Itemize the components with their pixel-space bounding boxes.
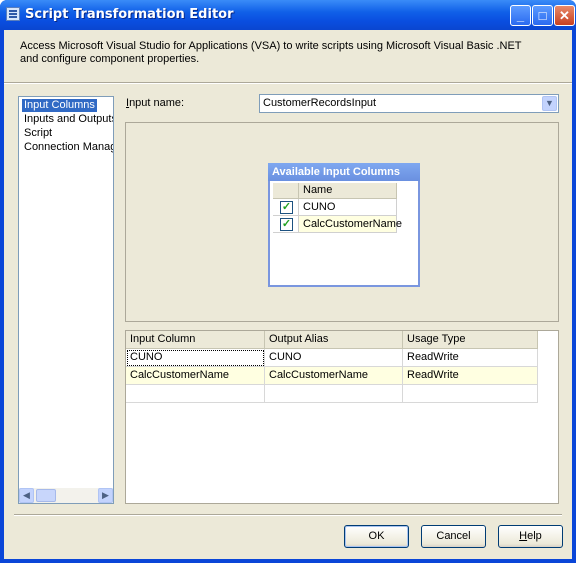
column-checkbox[interactable]: ✓: [280, 218, 293, 231]
footer-separator: [14, 514, 562, 516]
available-input-columns-title: Available Input Columns: [268, 163, 420, 181]
description-text: Access Microsoft Visual Studio for Appli…: [20, 40, 522, 65]
design-surface: Available Input Columns Name ✓ CUNO ✓ Ca…: [125, 122, 559, 322]
output-alias-cell[interactable]: [265, 385, 403, 403]
close-button[interactable]: ✕: [554, 5, 575, 26]
table-row-empty[interactable]: [126, 385, 538, 403]
ok-button[interactable]: OK: [344, 525, 409, 548]
output-alias-header[interactable]: Output Alias: [265, 331, 403, 349]
input-columns-grid[interactable]: Input Column Output Alias Usage Type CUN…: [125, 330, 559, 504]
grid-header-row: Input Column Output Alias Usage Type: [126, 331, 538, 349]
column-name: CalcCustomerName: [299, 216, 402, 233]
table-row[interactable]: CalcCustomerName CalcCustomerName ReadWr…: [126, 367, 538, 385]
input-name-label: Input name:: [126, 97, 184, 109]
name-column-header[interactable]: Name: [299, 183, 397, 199]
available-input-columns-panel: Available Input Columns Name ✓ CUNO ✓ Ca…: [268, 163, 420, 287]
scroll-right-icon[interactable]: ▶: [98, 488, 113, 503]
input-column-cell[interactable]: CalcCustomerName: [126, 367, 265, 385]
scroll-left-icon[interactable]: ◀: [19, 488, 34, 503]
dialog-window: Script Transformation Editor _ □ ✕ Acces…: [0, 0, 576, 563]
checkbox-column-header: [273, 183, 299, 199]
available-columns-header: Name: [273, 183, 397, 199]
nav-horizontal-scrollbar[interactable]: ◀ ▶: [19, 488, 113, 503]
input-column-cell[interactable]: CUNO: [126, 349, 265, 367]
scroll-thumb[interactable]: [36, 489, 56, 502]
nav-item-inputs-and-outputs[interactable]: Inputs and Outputs: [22, 113, 113, 126]
available-column-row[interactable]: ✓ CUNO: [273, 199, 397, 216]
header-separator: [4, 82, 572, 84]
page-navigation-list[interactable]: Input Columns Inputs and Outputs Script …: [18, 96, 114, 504]
nav-item-script[interactable]: Script: [22, 127, 54, 140]
input-column-cell[interactable]: [126, 385, 265, 403]
column-checkbox[interactable]: ✓: [280, 201, 293, 214]
output-alias-cell[interactable]: CalcCustomerName: [265, 367, 403, 385]
input-column-header[interactable]: Input Column: [126, 331, 265, 349]
title-bar[interactable]: Script Transformation Editor _ □ ✕: [0, 0, 576, 30]
input-name-value: CustomerRecordsInput: [263, 97, 377, 109]
nav-item-input-columns[interactable]: Input Columns: [22, 99, 97, 112]
help-button[interactable]: Help: [498, 525, 563, 548]
cancel-button[interactable]: Cancel: [421, 525, 486, 548]
available-column-row[interactable]: ✓ CalcCustomerName: [273, 216, 402, 233]
help-accelerator: H: [519, 530, 528, 542]
checkbox-cell: ✓: [273, 216, 299, 233]
checkbox-cell: ✓: [273, 199, 299, 216]
window-title: Script Transformation Editor: [25, 7, 234, 22]
usage-type-cell[interactable]: ReadWrite: [403, 349, 538, 367]
output-alias-cell[interactable]: CUNO: [265, 349, 403, 367]
maximize-button[interactable]: □: [532, 5, 553, 26]
minimize-button[interactable]: _: [510, 5, 531, 26]
input-name-label-text: nput name:: [129, 97, 185, 109]
column-name: CUNO: [299, 199, 397, 216]
dialog-body: Access Microsoft Visual Studio for Appli…: [4, 30, 572, 559]
app-icon: [6, 7, 20, 21]
table-row[interactable]: CUNO CUNO ReadWrite: [126, 349, 538, 367]
nav-item-connection-managers[interactable]: Connection Managers: [22, 141, 113, 154]
usage-type-cell[interactable]: ReadWrite: [403, 367, 538, 385]
usage-type-cell[interactable]: [403, 385, 538, 403]
help-label: elp: [527, 530, 542, 542]
usage-type-header[interactable]: Usage Type: [403, 331, 538, 349]
chevron-down-icon[interactable]: ▼: [542, 96, 557, 111]
input-name-dropdown[interactable]: CustomerRecordsInput ▼: [259, 94, 559, 113]
